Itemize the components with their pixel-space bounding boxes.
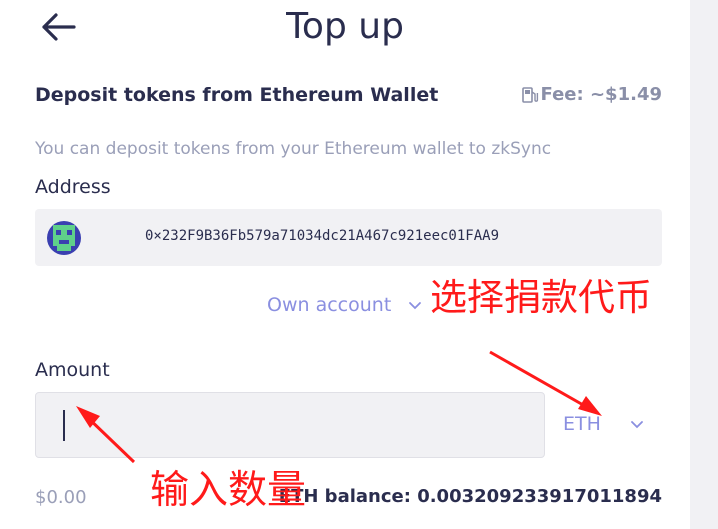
- gas-icon: [521, 86, 538, 103]
- avatar: [47, 221, 81, 255]
- annotation-select-token: 选择捐款代币: [430, 276, 652, 319]
- chevron-down-icon: [409, 302, 422, 310]
- usd-value: $0.00: [35, 487, 87, 508]
- chevron-down-icon: [631, 421, 643, 429]
- annotation-enter-amount: 输入数量: [150, 468, 307, 513]
- fee-info: Fee: ~$1.49: [521, 84, 662, 105]
- amount-input[interactable]: [35, 392, 545, 458]
- account-type-dropdown[interactable]: Own account: [267, 294, 423, 316]
- account-type-label: Own account: [267, 294, 392, 316]
- address-label: Address: [35, 176, 111, 198]
- address-field[interactable]: 0×232F9B36Fb579a71034dc21A467c921eec01FA…: [35, 209, 662, 266]
- amount-label: Amount: [35, 359, 110, 381]
- token-select[interactable]: ETH: [563, 413, 645, 435]
- fee-text: Fee: ~$1.49: [540, 84, 662, 105]
- token-balance: ETH balance: 0.003209233917011894: [278, 486, 662, 507]
- address-value: 0×232F9B36Fb579a71034dc21A467c921eec01FA…: [145, 228, 500, 244]
- top-up-card: Top up Deposit tokens from Ethereum Wall…: [0, 0, 690, 529]
- token-label: ETH: [563, 413, 601, 435]
- deposit-heading: Deposit tokens from Ethereum Wallet: [35, 84, 439, 106]
- page-title: Top up: [286, 6, 404, 47]
- deposit-description: You can deposit tokens from your Ethereu…: [35, 139, 552, 159]
- text-caret: [63, 410, 65, 441]
